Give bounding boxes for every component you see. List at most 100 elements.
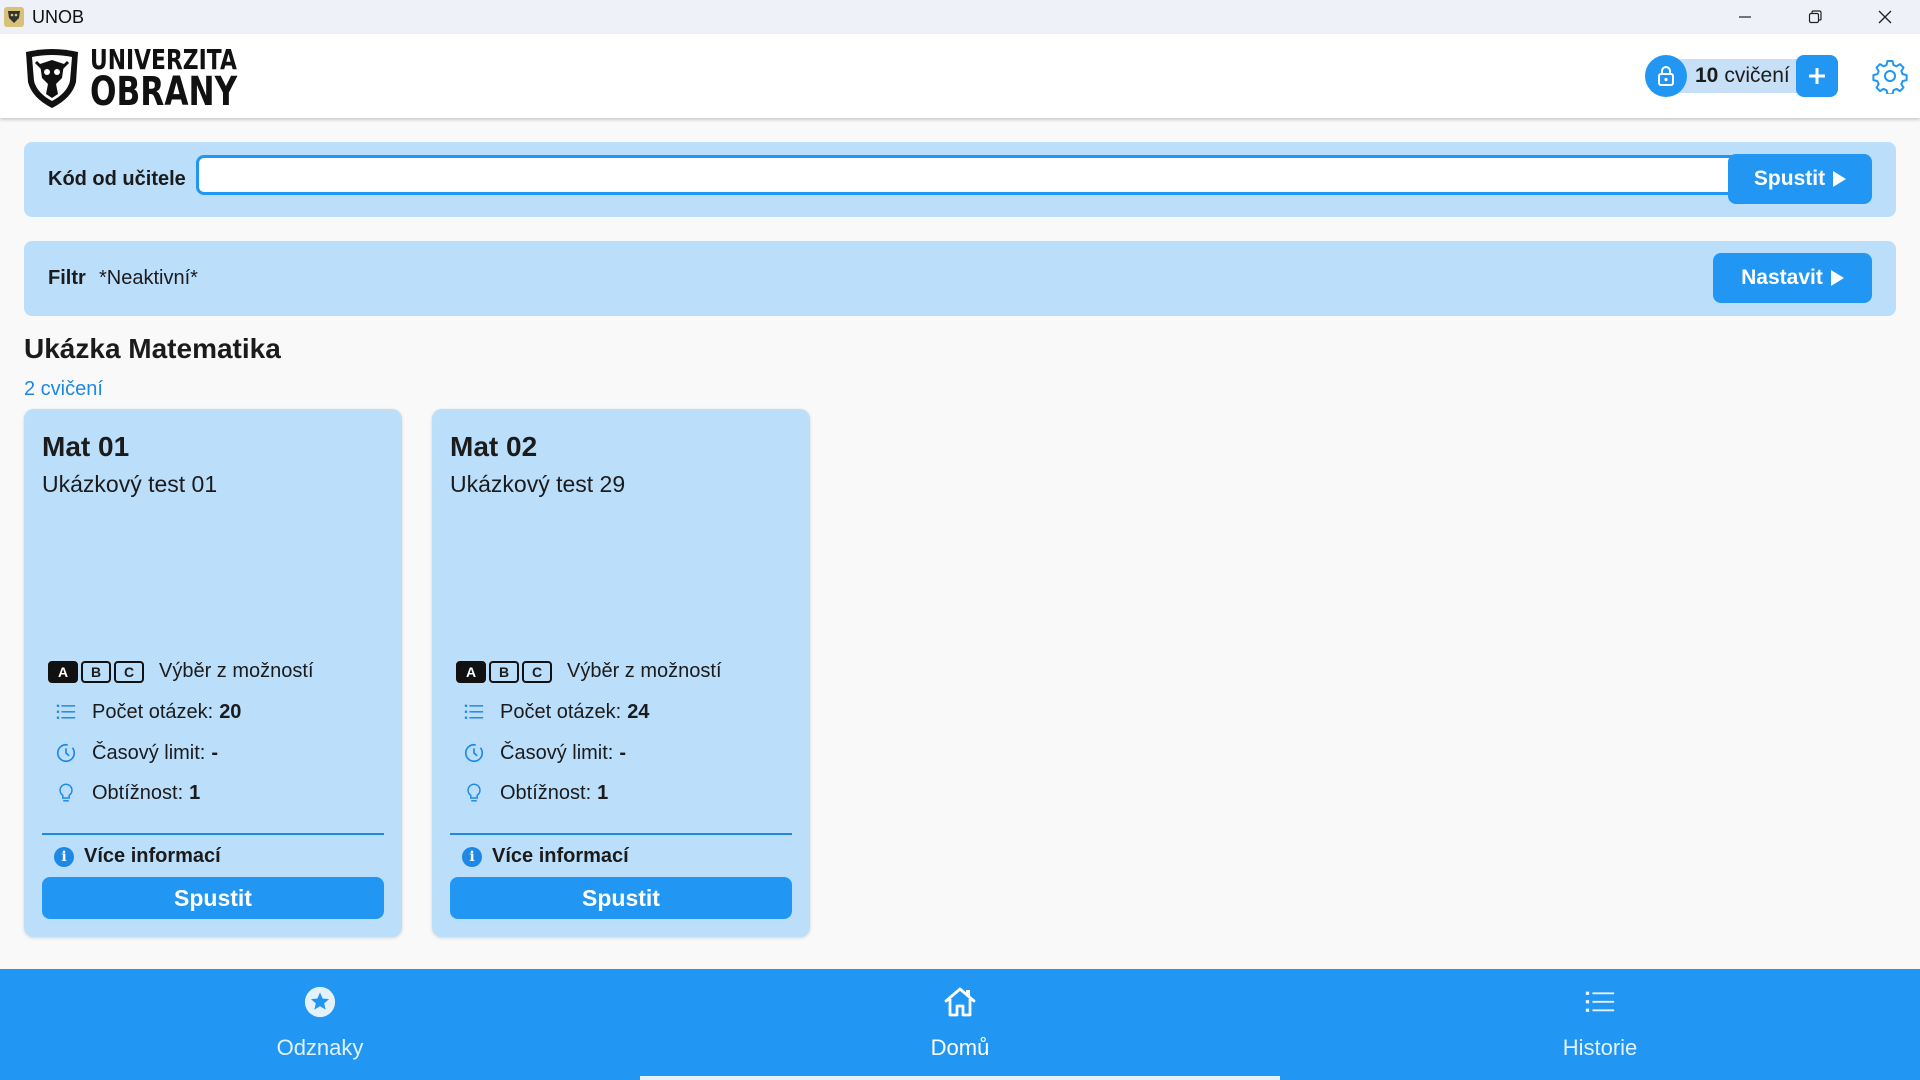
- credit-number: 10: [1695, 64, 1719, 87]
- section-exercise-count: 2 cvičení: [24, 378, 103, 400]
- lock-icon: [1658, 66, 1674, 86]
- code-run-button[interactable]: Spustit: [1728, 154, 1872, 204]
- card-type: A B C Výběr z možností: [48, 660, 314, 683]
- list-icon: [1581, 983, 1619, 1021]
- abc-letter: B: [489, 660, 519, 683]
- abc-letter: C: [522, 660, 552, 683]
- time-limit-label: Časový limit:: [500, 741, 614, 764]
- teacher-code-label: Kód od učitele: [48, 168, 186, 190]
- question-count-label: Počet otázek:: [500, 700, 622, 723]
- abc-letter: A: [456, 660, 486, 683]
- card-divider: [450, 833, 792, 835]
- minimize-button[interactable]: [1710, 0, 1780, 34]
- abc-choice-icon: A B C: [456, 660, 555, 683]
- card-time-limit: Časový limit: -: [462, 741, 626, 765]
- exercise-credit: 10 cvičení: [1645, 55, 1838, 97]
- filter-set-label: Nastavit: [1741, 266, 1823, 289]
- filter-set-button[interactable]: Nastavit: [1713, 253, 1872, 303]
- credit-count: 10 cvičení: [1675, 59, 1804, 93]
- list-icon: [462, 700, 486, 724]
- nav-item-history[interactable]: Historie: [1280, 969, 1920, 1080]
- filter-value: *Neaktivní*: [99, 267, 198, 289]
- lightbulb-icon: [462, 781, 486, 805]
- difficulty-label: Obtížnost:: [500, 781, 592, 804]
- timer-icon: [54, 741, 78, 765]
- time-limit-value: -: [211, 741, 219, 764]
- card-difficulty: Obtížnost: 1: [462, 781, 608, 805]
- nav-item-badges[interactable]: Odznaky: [0, 969, 640, 1080]
- card-subtitle: Ukázkový test 29: [450, 471, 626, 497]
- more-info-link[interactable]: i Více informací: [54, 845, 221, 868]
- lightbulb-icon: [54, 781, 78, 805]
- app-icon: [4, 7, 24, 27]
- close-button[interactable]: [1850, 0, 1920, 34]
- nav-label-badges: Odznaky: [276, 1035, 364, 1060]
- close-icon: [1878, 10, 1892, 24]
- more-info-link[interactable]: i Více informací: [462, 845, 629, 868]
- gear-icon[interactable]: [1872, 58, 1908, 94]
- info-icon: i: [462, 846, 482, 867]
- teacher-code-panel: Kód od učitele Spustit: [24, 142, 1896, 217]
- card-run-label: Spustit: [582, 884, 660, 911]
- card-title: Mat 01: [42, 431, 130, 462]
- more-info-label: Více informací: [84, 845, 221, 867]
- question-count-value: 24: [627, 700, 650, 723]
- bottom-navigation: Odznaky Domů Historie: [0, 969, 1920, 1080]
- nav-label-home: Domů: [930, 1035, 990, 1060]
- difficulty-value: 1: [597, 781, 609, 804]
- exercise-card: Mat 01 Ukázkový test 01 A B C Výběr z mo…: [24, 409, 402, 937]
- card-type-label: Výběr z možností: [567, 660, 722, 682]
- lock-button[interactable]: [1645, 55, 1687, 97]
- abc-letter: A: [48, 660, 78, 683]
- card-question-count: Počet otázek: 20: [54, 700, 241, 724]
- home-icon: [941, 983, 979, 1021]
- credit-unit: cvičení: [1724, 64, 1790, 87]
- card-run-label: Spustit: [174, 884, 252, 911]
- filter-label: Filtr: [48, 267, 86, 289]
- card-time-limit: Časový limit: -: [54, 741, 218, 765]
- difficulty-value: 1: [189, 781, 201, 804]
- nav-label-history: Historie: [1562, 1035, 1638, 1060]
- play-icon: [1833, 171, 1847, 187]
- nav-item-home[interactable]: Domů: [640, 969, 1280, 1080]
- minimize-icon: [1739, 16, 1751, 18]
- card-type-label: Výběr z možností: [159, 660, 314, 682]
- question-count-label: Počet otázek:: [92, 700, 214, 723]
- difficulty-label: Obtížnost:: [92, 781, 184, 804]
- card-subtitle: Ukázkový test 01: [42, 471, 218, 497]
- restore-icon: [1808, 10, 1822, 24]
- more-info-label: Více informací: [492, 845, 629, 867]
- card-run-button[interactable]: Spustit: [42, 877, 384, 919]
- app-header: UNIVERZITA OBRANY 10 cvičení: [0, 34, 1920, 118]
- add-exercise-button[interactable]: [1795, 55, 1838, 97]
- card-question-count: Počet otázek: 24: [462, 700, 649, 724]
- plus-icon: [1808, 68, 1825, 84]
- info-icon: i: [54, 846, 74, 867]
- teacher-code-input[interactable]: [196, 155, 1752, 195]
- window-title: UNOB: [32, 6, 85, 27]
- time-limit-label: Časový limit:: [92, 741, 206, 764]
- list-icon: [54, 700, 78, 724]
- section-title: Ukázka Matematika: [24, 333, 281, 364]
- card-title: Mat 02: [450, 431, 538, 462]
- abc-letter: C: [114, 660, 144, 683]
- card-type: A B C Výběr z možností: [456, 660, 722, 683]
- card-run-button[interactable]: Spustit: [450, 877, 792, 919]
- play-icon: [1830, 270, 1844, 286]
- question-count-value: 20: [219, 700, 242, 723]
- card-difficulty: Obtížnost: 1: [54, 781, 200, 805]
- restore-button[interactable]: [1780, 0, 1850, 34]
- card-divider: [42, 833, 384, 835]
- time-limit-value: -: [619, 741, 627, 764]
- abc-choice-icon: A B C: [48, 660, 147, 683]
- abc-letter: B: [81, 660, 111, 683]
- filter-panel: Filtr *Neaktivní* Nastavit: [24, 241, 1896, 316]
- shield-logo-icon: [26, 49, 78, 109]
- timer-icon: [462, 741, 486, 765]
- code-run-label: Spustit: [1753, 167, 1826, 190]
- logo-line-2: OBRANY: [90, 69, 238, 116]
- badge-star-icon: [301, 983, 339, 1021]
- active-tab-indicator: [640, 1076, 1280, 1080]
- university-logo: UNIVERZITA OBRANY: [22, 45, 279, 116]
- exercise-card: Mat 02 Ukázkový test 29 A B C Výběr z mo…: [432, 409, 810, 937]
